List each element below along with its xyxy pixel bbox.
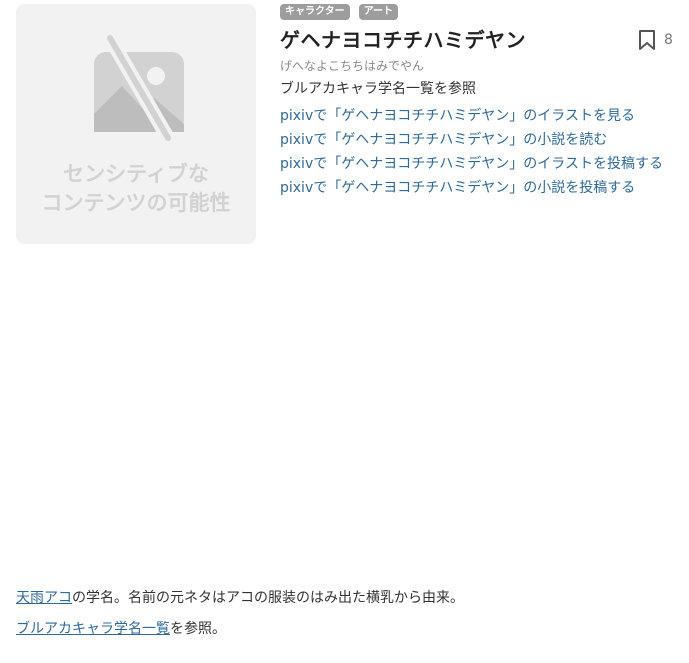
page-title: ゲヘナヨコチチハミデヤン	[280, 28, 526, 52]
sensitive-content-notice: センシティブな コンテンツの可能性	[16, 160, 256, 218]
bookmark-count: 8	[664, 32, 673, 48]
sensitive-line-2: コンテンツの可能性	[41, 191, 231, 215]
bookmark-icon	[639, 30, 655, 50]
tag-art[interactable]: アート	[358, 4, 399, 20]
pixiv-post-illust-link[interactable]: pixivで「ゲヘナヨコチチハミデヤン」のイラストを投稿する	[280, 152, 663, 176]
body-text-2: を参照。	[170, 621, 226, 637]
tag-list: キャラクター アート	[280, 4, 399, 20]
name-list-link[interactable]: ブルアカキャラ学名一覧	[16, 621, 170, 637]
body-paragraph-2: ブルアカキャラ学名一覧を参照。	[16, 619, 226, 639]
pixiv-post-novel-link[interactable]: pixivで「ゲヘナヨコチチハミデヤン」の小説を投稿する	[280, 176, 663, 200]
sensitive-line-1: センシティブな	[63, 162, 209, 186]
ako-link[interactable]: 天雨アコ	[16, 590, 72, 606]
title-reading: げへなよこちちはみでやん	[280, 59, 425, 73]
hidden-image-icon	[94, 34, 184, 144]
student-name-list-link[interactable]: ブルアカキャラ学名一覧を参照	[280, 78, 476, 98]
tag-character[interactable]: キャラクター	[280, 4, 350, 20]
pixiv-read-novel-link[interactable]: pixivで「ゲヘナヨコチチハミデヤン」の小説を読む	[280, 128, 663, 152]
body-paragraph-1: 天雨アコの学名。名前の元ネタはアコの服装のはみ出た横乳から由来。	[16, 588, 464, 608]
article-thumbnail[interactable]: センシティブな コンテンツの可能性	[16, 4, 256, 244]
pixiv-links: pixivで「ゲヘナヨコチチハミデヤン」のイラストを見る pixivで「ゲヘナヨ…	[280, 104, 663, 200]
bookmark-button[interactable]: 8	[638, 29, 673, 51]
body-text-1: の学名。名前の元ネタはアコの服装のはみ出た横乳から由来。	[72, 590, 464, 606]
pixiv-view-illust-link[interactable]: pixivで「ゲヘナヨコチチハミデヤン」のイラストを見る	[280, 104, 663, 128]
